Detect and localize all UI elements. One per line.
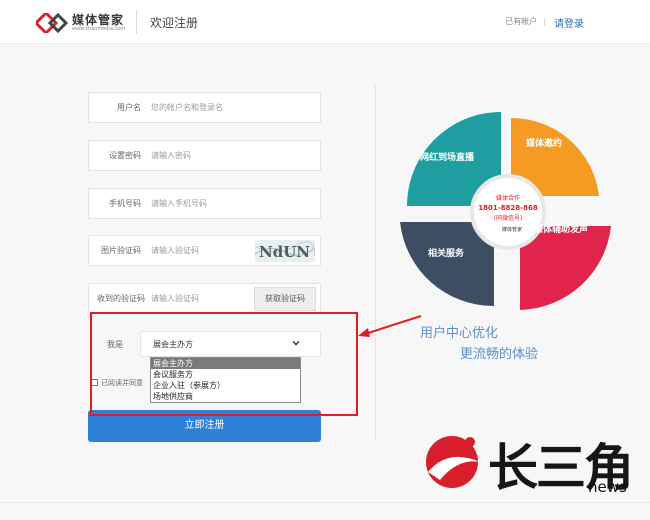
password-field: 设置密码 [88, 140, 321, 171]
image-code-input[interactable] [151, 236, 251, 265]
sms-code-label: 收到的验证码 [97, 294, 145, 303]
footer-divider [0, 502, 650, 503]
annotation-arrow-icon [358, 315, 422, 337]
form-divider [375, 85, 376, 440]
image-code-label: 图片验证码 [101, 246, 141, 255]
phone-input[interactable] [151, 189, 311, 218]
center-brand: 媒体管家 [502, 226, 522, 233]
phone-label: 手机号码 [109, 199, 141, 208]
captcha-text: NdUN [259, 243, 310, 261]
password-label: 设置密码 [109, 151, 141, 160]
header-separator: | [543, 17, 546, 26]
have-account-label: 已有帐户 [505, 17, 538, 26]
brand-logo-icon [36, 13, 69, 33]
segment-voice-title: 媒体辅助发声 [533, 223, 588, 235]
top-header: 媒体管家 www.zhaomedia.com 欢迎注册 已有帐户 | 请登录 [0, 0, 650, 44]
header-divider [136, 10, 137, 34]
brand-logo[interactable]: 媒体管家 www.zhaomedia.com [36, 11, 126, 35]
watermark-logo: 长三角 news [418, 428, 640, 498]
sms-code-input[interactable] [151, 284, 251, 313]
sms-code-field: 收到的验证码 获取验证码 [88, 283, 321, 314]
center-line3: (同微信号) [494, 214, 523, 222]
username-input[interactable] [151, 93, 311, 122]
center-phone: 1801-8828-868 [478, 204, 538, 212]
password-input[interactable] [151, 141, 311, 170]
wheel-center [470, 174, 546, 250]
promo-tagline-2: 更流畅的体验 [460, 347, 539, 362]
phone-field: 手机号码 [88, 188, 321, 219]
promo-tagline-1: 用户中心优化 [420, 326, 499, 341]
captcha-image[interactable]: NdUN [255, 240, 315, 262]
get-code-button[interactable]: 获取验证码 [254, 287, 316, 311]
have-account-text: 已有帐户 | [505, 16, 552, 27]
segment-live-title: 网红到场直播 [420, 151, 475, 163]
center-line1: 媒体合作 [496, 194, 520, 202]
brand-url: www.zhaomedia.com [72, 26, 126, 32]
login-link[interactable]: 请登录 [554, 15, 584, 30]
page-title: 欢迎注册 [150, 16, 199, 30]
username-label: 用户名 [117, 103, 141, 112]
image-code-field: 图片验证码 NdUN [88, 235, 321, 266]
watermark-swirl-icon [426, 436, 480, 488]
segment-invite-title: 媒体邀约 [525, 137, 562, 149]
promo-wheel: 网红到场直播 媒体邀约 媒体辅助发声 相关服务 媒体合作 1801-8828-8… [400, 112, 611, 310]
watermark-news: news [588, 478, 627, 496]
segment-services-title: 相关服务 [428, 247, 465, 259]
highlight-box [90, 312, 358, 416]
username-field: 用户名 [88, 92, 321, 123]
